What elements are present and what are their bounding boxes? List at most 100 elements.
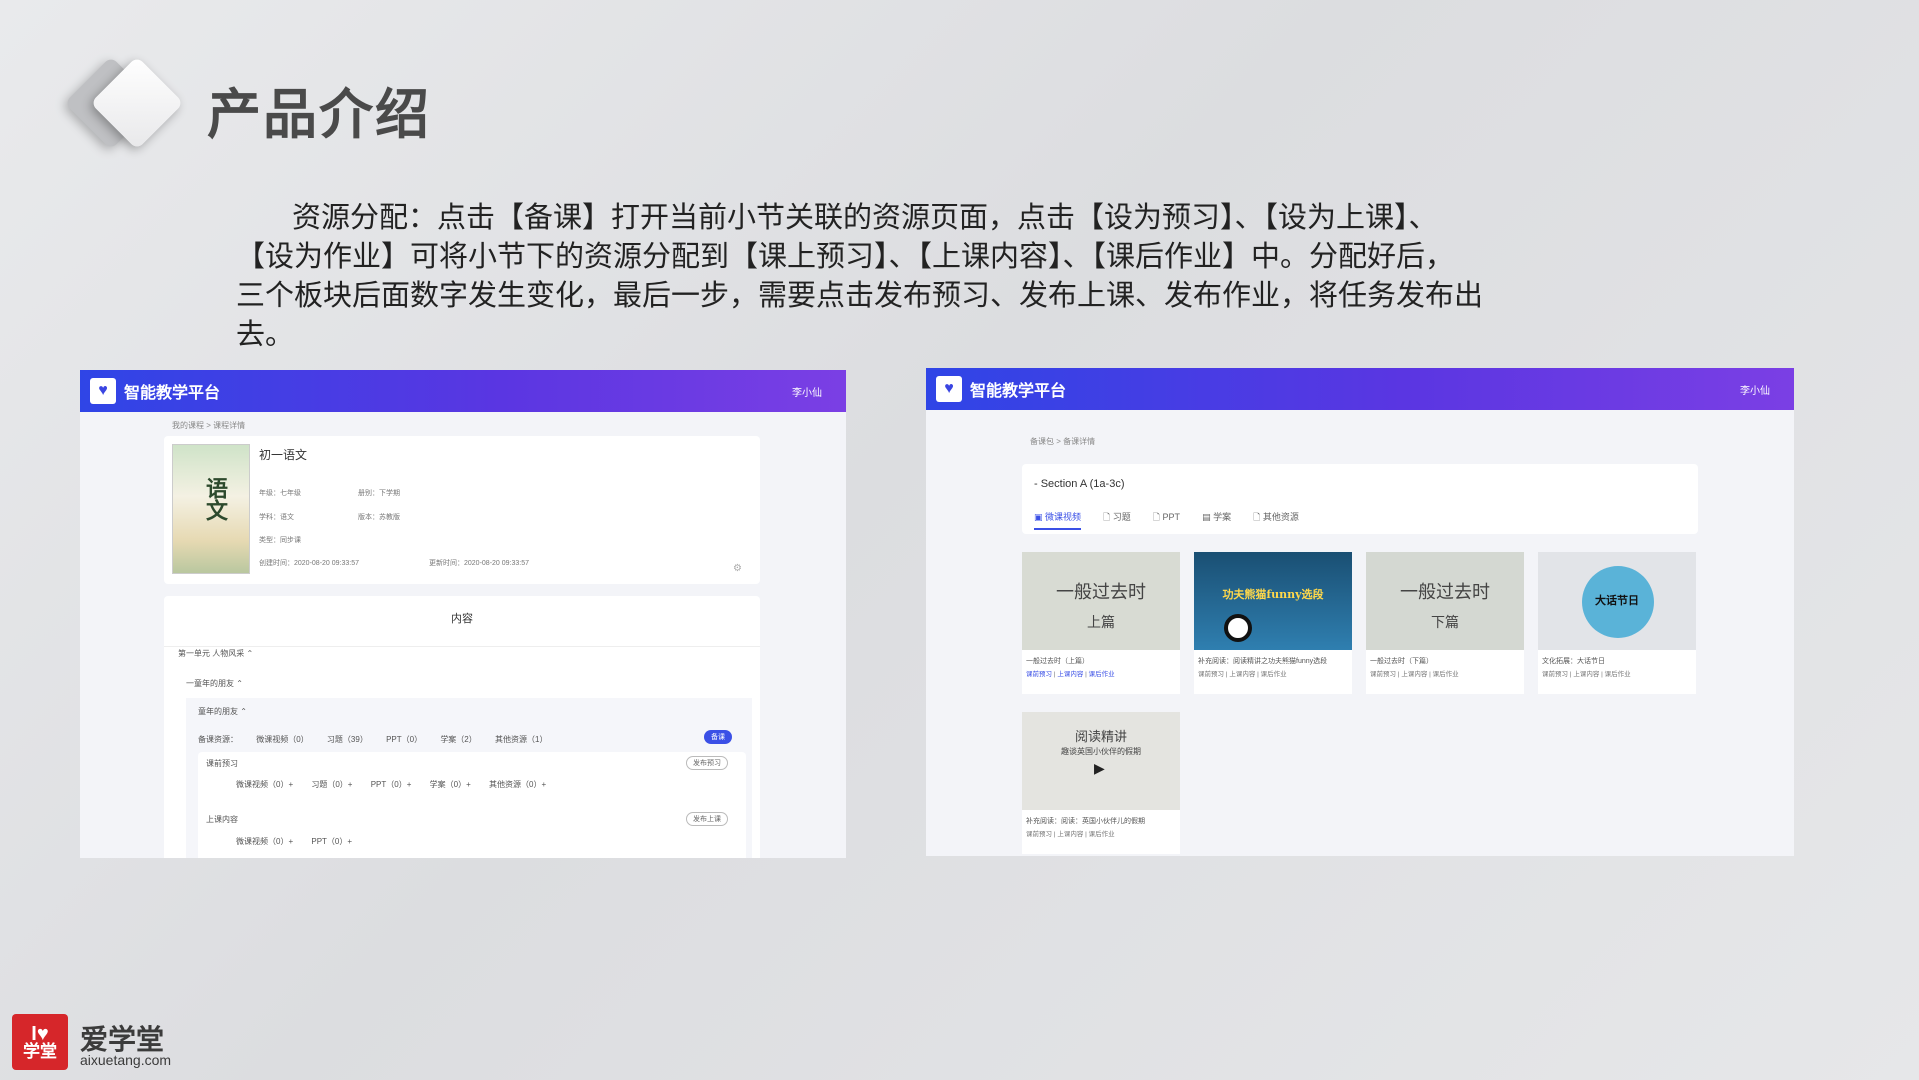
tab-micro-video[interactable]: ▣ 微课视频 [1034,510,1082,530]
app-logo-icon[interactable]: ♥ [90,378,116,404]
prep-label: 备课资源： [198,735,238,744]
resource-tile[interactable]: 一般过去时 下篇 一般过去时（下篇） 课前预习 | 上课内容 | 课后作业 [1366,552,1524,694]
tile-title: 一般过去时（下篇） [1370,658,1433,665]
tile-actions: 课前预习 | 上课内容 | 课后作业 [1370,671,1459,678]
publish-preview-button[interactable]: 发布预习 [686,756,728,770]
prep-item[interactable]: PPT（0） [386,735,422,744]
prep-item[interactable]: 习题（39） [327,735,368,744]
lesson-toggle[interactable]: 一童年的朋友 ⌃ [186,678,243,689]
brand-logo-line: I♥ [31,1022,49,1045]
tile-title: 文化拓展：大话节日 [1542,658,1605,665]
preview-item[interactable]: 微课视频（0）+ [236,780,293,789]
preview-label: 课前预习 [206,759,238,768]
course-edition: 版本：苏教版 [358,514,400,521]
prep-resources-row: 备课资源： 微课视频（0） 习题（39） PPT（0） 学案（2） 其他资源（1… [198,734,547,745]
tile-actions: 课前预习 | 上课内容 | 课后作业 [1026,831,1115,838]
set-class-link[interactable]: 上课内容 [1057,671,1083,678]
panda-icon [1224,614,1252,642]
tab-exercises[interactable]: 🗋 习题 [1103,510,1131,530]
course-grade: 年级：七年级 [259,490,301,497]
content-heading: 内容 [451,613,473,625]
video-thumbnail[interactable]: 一般过去时 下篇 [1366,552,1524,650]
class-row: 微课视频（0）+ PPT（0）+ [236,836,352,847]
tile-title: 补充阅读：阅读：英国小伙伴儿的假期 [1026,818,1145,825]
set-class-link[interactable]: 上课内容 [1401,671,1427,678]
section-title[interactable]: - Section A (1a-3c) [1034,478,1125,490]
set-homework-link[interactable]: 课后作业 [1433,671,1459,678]
course-subject: 学科：语文 [259,514,294,521]
brand-url: aixuetang.com [80,1052,172,1068]
class-item[interactable]: PPT（0）+ [311,837,352,846]
set-preview-link[interactable]: 课前预习 [1026,671,1052,678]
breadcrumb[interactable]: 我的课程 > 课程详情 [172,420,245,431]
set-class-link[interactable]: 上课内容 [1229,671,1255,678]
preview-item[interactable]: PPT（0）+ [371,780,412,789]
book-cover-text: 语文 [202,477,228,521]
preview-row: 微课视频（0）+ 习题（0）+ PPT（0）+ 学案（0）+ 其他资源（0）+ [236,779,546,790]
course-created: 创建时间：2020-08-20 09:33:57 [259,560,359,567]
preview-item[interactable]: 其他资源（0）+ [489,780,546,789]
description-line: 三个板块后面数字发生变化，最后一步，需要点击发布预习、发布上课、发布作业，将任务… [236,278,1484,312]
prep-item[interactable]: 其他资源（1） [495,735,547,744]
class-label: 上课内容 [206,815,238,824]
play-icon[interactable]: ▶ [1094,760,1105,777]
prep-button[interactable]: 备课 [704,730,732,744]
breadcrumb[interactable]: 备课包 > 备课详情 [1030,436,1095,447]
set-homework-link[interactable]: 课后作业 [1089,831,1115,838]
class-item[interactable]: 微课视频（0）+ [236,837,293,846]
tile-actions: 课前预习 | 上课内容 | 课后作业 [1542,671,1631,678]
preview-item[interactable]: 习题（0）+ [311,780,352,789]
video-thumbnail[interactable]: 阅读精讲 趣谈英国小伙伴的假期 ▶ [1022,712,1180,810]
resource-tile[interactable]: 大话节日 文化拓展：大话节日 课前预习 | 上课内容 | 课后作业 [1538,552,1696,694]
settings-gear-icon[interactable]: ⚙ [733,563,742,574]
set-class-link[interactable]: 上课内容 [1057,831,1083,838]
course-info-card: 语文 初一语文 年级：七年级 册别：下学期 学科：语文 版本：苏教版 类型：同步… [164,436,760,584]
unit-toggle[interactable]: 第一单元 人物风采 ⌃ [178,648,253,659]
resource-tile[interactable]: 阅读精讲 趣谈英国小伙伴的假期 ▶ 补充阅读：阅读：英国小伙伴儿的假期 课前预习… [1022,712,1180,854]
content-card: 内容 第一单元 人物风采 ⌃ 一童年的朋友 ⌃ 童年的朋友 ⌃ 备课资源： 微课… [164,596,760,858]
section-toggle[interactable]: 童年的朋友 ⌃ [198,706,247,717]
user-name[interactable]: 李小仙 [792,384,822,399]
tile-actions: 课前预习 | 上课内容 | 课后作业 [1198,671,1287,678]
slide-title: 产品介绍 [207,83,431,146]
course-detail-screenshot: ♥ 智能教学平台 李小仙 我的课程 > 课程详情 语文 初一语文 年级：七年级 … [80,370,846,858]
resource-tabs: ▣ 微课视频 🗋 习题 🗋 PPT ▤ 学案 🗋 其他资源 [1034,510,1299,530]
set-homework-link[interactable]: 课后作业 [1261,671,1287,678]
app-logo-icon[interactable]: ♥ [936,376,962,402]
brand-logo: I♥ 学堂 [12,1014,68,1070]
tab-other-resources[interactable]: 🗋 其他资源 [1253,510,1299,530]
set-preview-link[interactable]: 课前预习 [1542,671,1568,678]
set-preview-link[interactable]: 课前预习 [1198,671,1224,678]
set-class-link[interactable]: 上课内容 [1573,671,1599,678]
video-thumbnail[interactable]: 功夫熊猫funny选段 [1194,552,1352,650]
video-thumbnail[interactable]: 一般过去时 上篇 [1022,552,1180,650]
app-name: 智能教学平台 [970,381,1067,400]
title-diamond-icon [64,56,184,150]
description-line: 【设为作业】可将小节下的资源分配到【课上预习】、【上课内容】、【课后作业】中。分… [236,239,1455,273]
app-header: ♥ 智能教学平台 李小仙 [80,370,846,412]
set-preview-link[interactable]: 课前预习 [1026,831,1052,838]
course-type: 类型：同步课 [259,537,301,544]
user-name[interactable]: 李小仙 [1740,382,1770,397]
tile-title: 补充阅读：阅读精讲之功夫熊猫funny选段 [1198,658,1328,665]
description-line: 资源分配：点击【备课】打开当前小节关联的资源页面，点击【设为预习】、【设为上课】… [292,200,1438,234]
course-updated: 更新时间：2020-08-20 09:33:57 [429,560,529,567]
tile-actions: 课前预习 | 上课内容 | 课后作业 [1026,671,1115,678]
preview-item[interactable]: 学案（0）+ [430,780,471,789]
tile-title: 一般过去时（上篇） [1026,658,1089,665]
course-term: 册别：下学期 [358,490,400,497]
set-preview-link[interactable]: 课前预习 [1370,671,1396,678]
section-card: - Section A (1a-3c) ▣ 微课视频 🗋 习题 🗋 PPT ▤ … [1022,464,1698,534]
resource-tile[interactable]: 一般过去时 上篇 一般过去时（上篇） 课前预习 | 上课内容 | 课后作业 [1022,552,1180,694]
resource-tile[interactable]: 功夫熊猫funny选段 补充阅读：阅读精讲之功夫熊猫funny选段 课前预习 |… [1194,552,1352,694]
set-homework-link[interactable]: 课后作业 [1089,671,1115,678]
brand-logo-line: 学堂 [23,1041,57,1062]
tab-ppt[interactable]: 🗋 PPT [1153,510,1180,530]
prep-item[interactable]: 学案（2） [440,735,476,744]
slide-description: 资源分配：点击【备课】打开当前小节关联的资源页面，点击【设为预习】、【设为上课】… [236,198,1636,354]
video-thumbnail[interactable]: 大话节日 [1538,552,1696,650]
publish-class-button[interactable]: 发布上课 [686,812,728,826]
prep-item[interactable]: 微课视频（0） [256,735,308,744]
tab-study-plan[interactable]: ▤ 学案 [1202,510,1231,530]
set-homework-link[interactable]: 课后作业 [1605,671,1631,678]
